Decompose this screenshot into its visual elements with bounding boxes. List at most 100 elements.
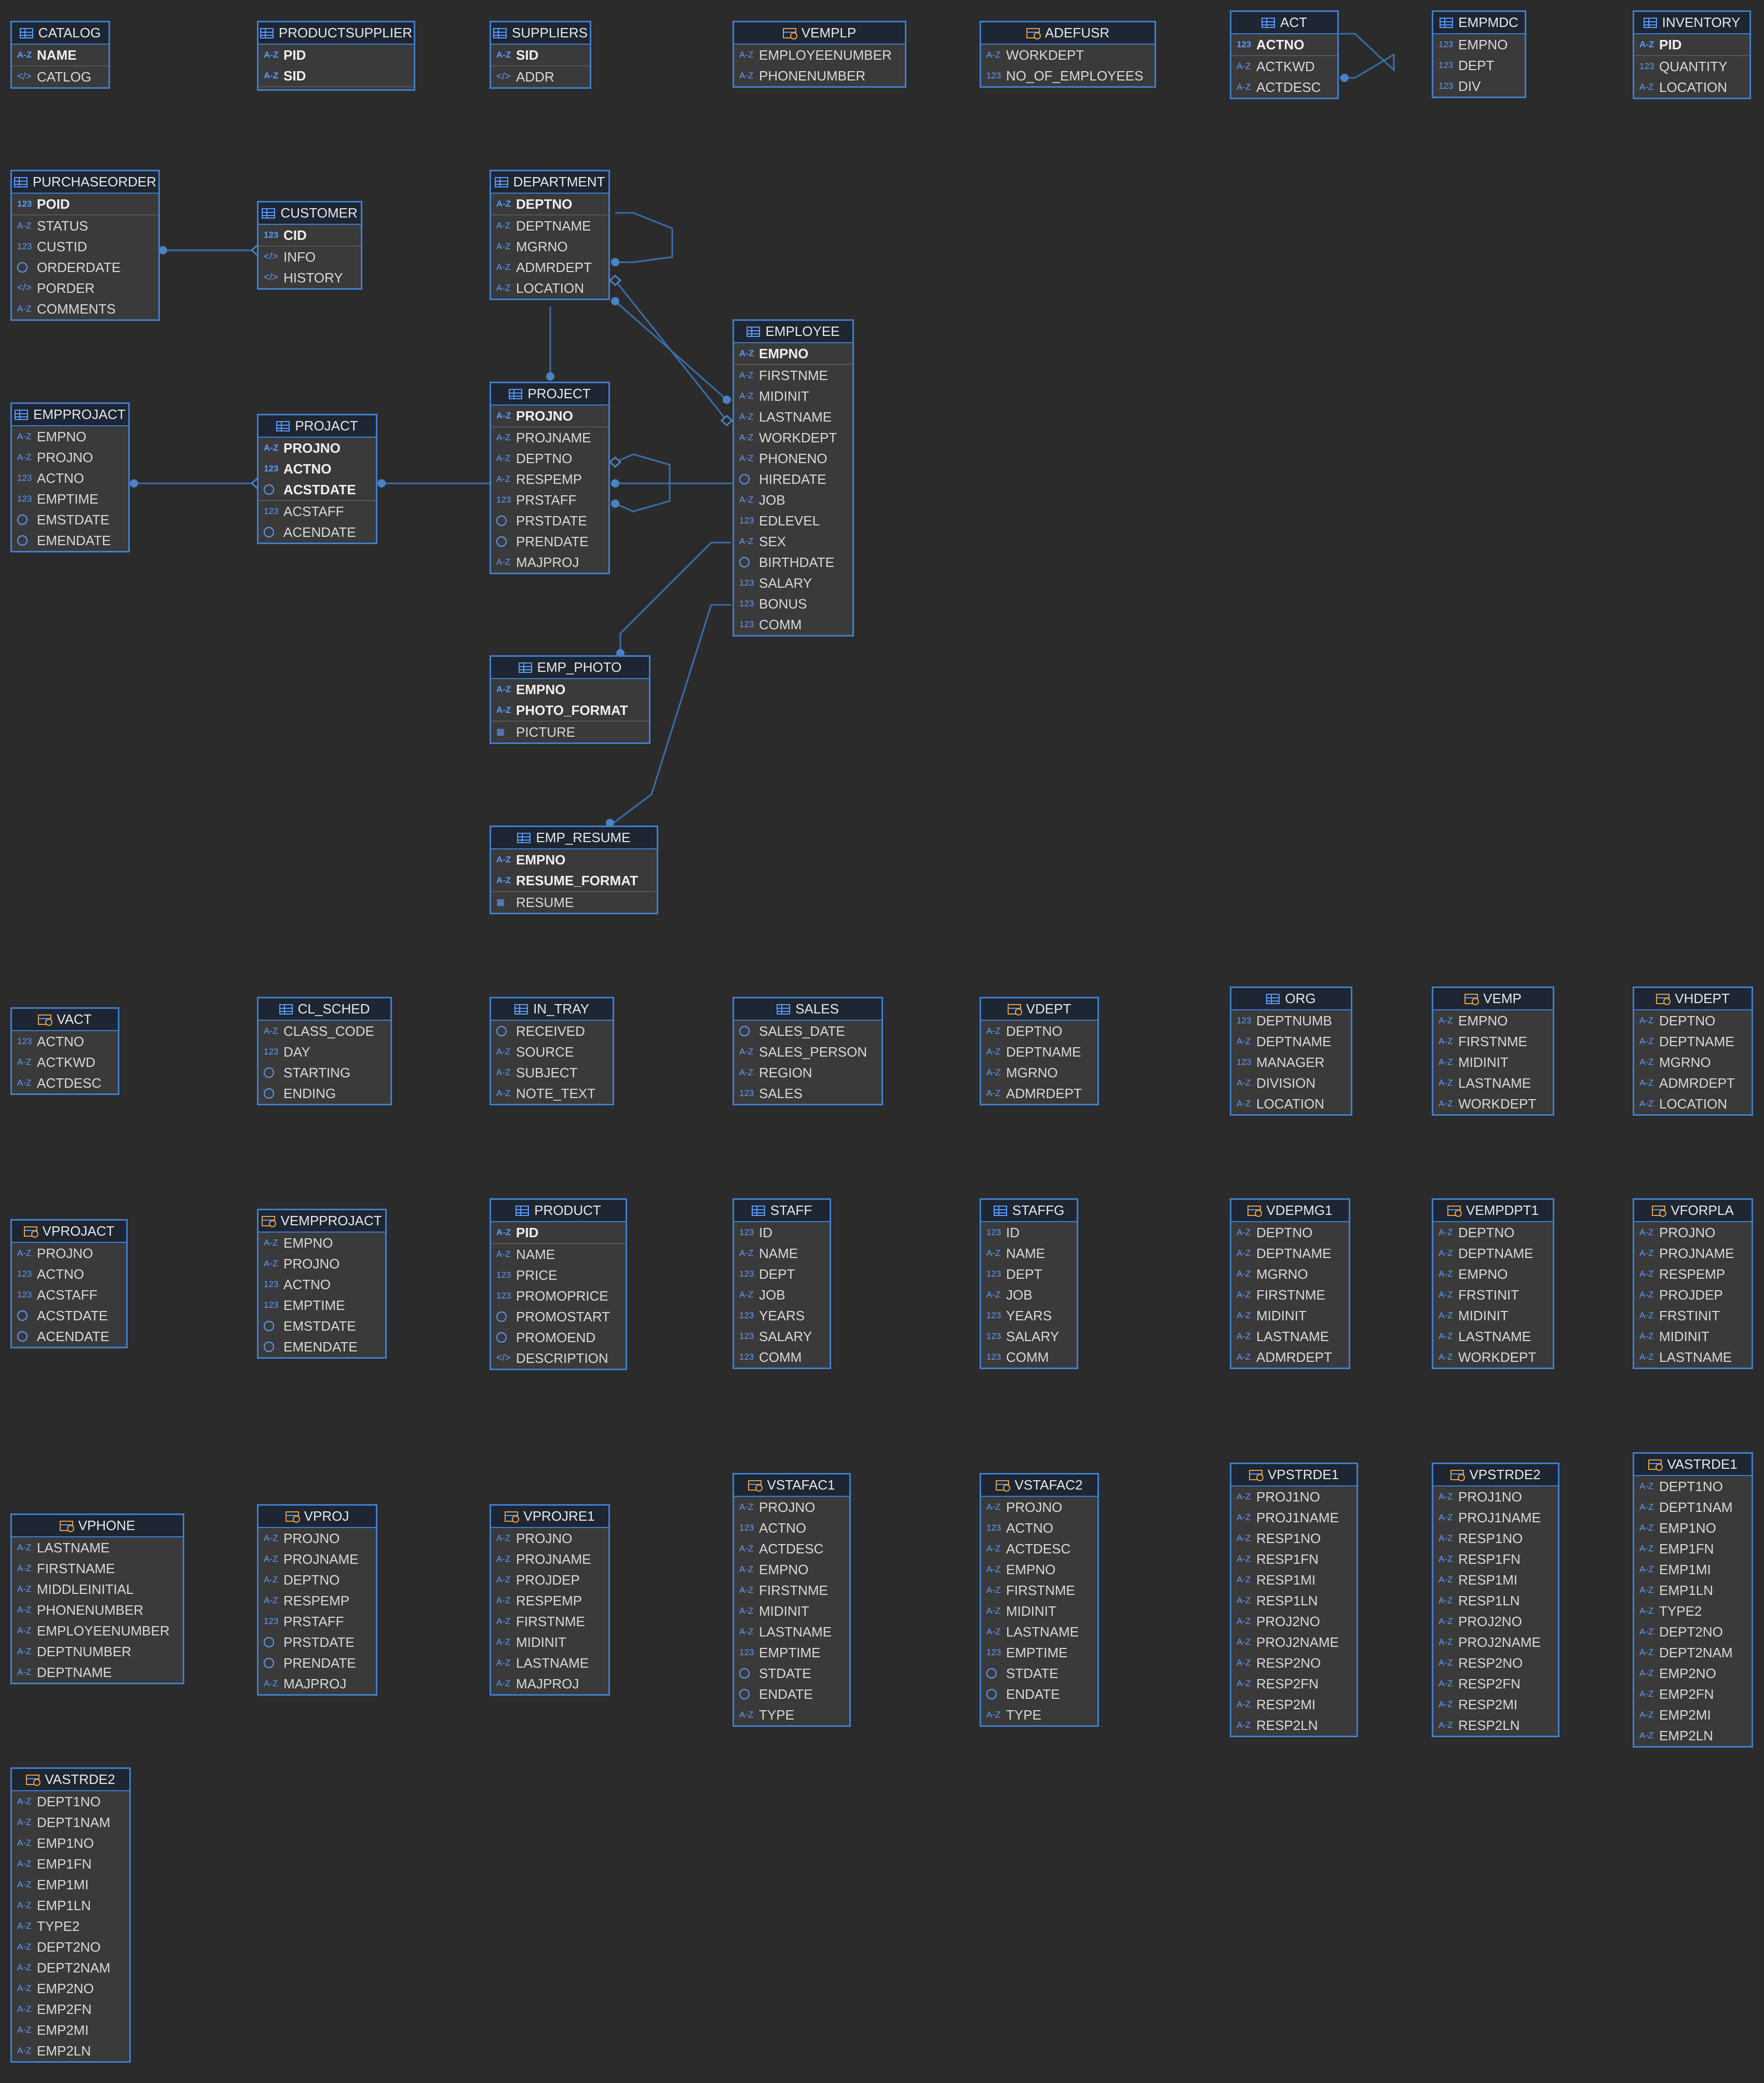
column-row[interactable]: </> CATLOG [12, 65, 108, 87]
primary-key-column[interactable]: 123 POID [12, 194, 158, 214]
column-row[interactable]: A-Z PROJDEP [491, 1570, 608, 1590]
column-row[interactable]: A-Z MAJPROJ [491, 1673, 608, 1694]
column-row[interactable]: A-Z RESP1NO [1433, 1528, 1558, 1549]
table-sales[interactable]: SALES SALES_DATE A-Z SALES_PERSON A-Z REGION 1… [732, 997, 883, 1105]
column-row[interactable]: A-Z EMP1MI [1634, 1559, 1752, 1580]
table-inventory[interactable]: INVENTORY A-Z PID 123 QUANTITY A-Z LOCATION [1633, 10, 1751, 99]
column-row[interactable]: 123 ACTNO [12, 1264, 126, 1284]
column-row[interactable]: A-Z PROJNO [1634, 1222, 1752, 1243]
column-row[interactable]: A-Z RESP1MI [1231, 1570, 1356, 1590]
column-row[interactable]: 123 SALARY [734, 1326, 830, 1347]
column-row[interactable]: PRSTDATE [259, 1632, 376, 1653]
column-row[interactable]: ACENDATE [12, 1326, 126, 1347]
primary-key-column[interactable]: A-Z PID [1634, 34, 1749, 55]
table-header[interactable]: VPHONE [12, 1515, 183, 1537]
table-vact[interactable]: VACT 123 ACTNO A-Z ACTKWD A-Z ACTDESC [10, 1007, 119, 1095]
column-row[interactable]: A-Z PROJ1NAME [1231, 1507, 1356, 1528]
table-vemplp[interactable]: VEMPLP A-Z EMPLOYEENUMBER A-Z PHONENUMBER [732, 21, 906, 88]
column-row[interactable]: 123 EMPNO [1433, 34, 1525, 55]
table-header[interactable]: INVENTORY [1634, 12, 1749, 34]
column-row[interactable]: </> HISTORY [259, 267, 361, 288]
column-row[interactable]: A-Z FRSTINIT [1433, 1284, 1553, 1305]
column-row[interactable]: STARTING [259, 1062, 390, 1083]
table-header[interactable]: PROJECT [491, 383, 608, 405]
column-row[interactable]: A-Z MAJPROJ [259, 1673, 376, 1694]
column-row[interactable]: PRENDATE [259, 1653, 376, 1673]
primary-key-column[interactable]: A-Z PHOTO_FORMAT [491, 700, 649, 721]
column-row[interactable]: 123 PRSTAFF [491, 490, 608, 510]
table-projact[interactable]: PROJACT A-Z PROJNO 123 ACTNO ACSTDATE 123 ACSTA… [257, 414, 377, 544]
column-row[interactable]: A-Z ACTDESC [1231, 77, 1337, 98]
column-row[interactable]: A-Z MIDDLEINITIAL [12, 1579, 183, 1600]
column-row[interactable]: 123 ACTNO [259, 1274, 385, 1295]
column-row[interactable]: A-Z NOTE_TEXT [491, 1083, 613, 1104]
column-row[interactable]: 123 YEARS [981, 1305, 1077, 1326]
column-row[interactable]: 123 ACTNO [981, 1518, 1097, 1538]
primary-key-column[interactable]: A-Z EMPNO [491, 679, 649, 700]
column-row[interactable]: 123 EMPTIME [12, 489, 128, 509]
table-purchaseorder[interactable]: PURCHASEORDER 123 POID A-Z STATUS 123 CUSTID OR… [10, 170, 160, 321]
table-header[interactable]: IN_TRAY [491, 998, 613, 1021]
column-row[interactable]: EMENDATE [259, 1336, 385, 1357]
column-row[interactable]: A-Z MGRNO [981, 1062, 1097, 1083]
column-row[interactable]: A-Z DEPTNO [1433, 1222, 1553, 1243]
table-vemp[interactable]: VEMP A-Z EMPNO A-Z FIRSTNME A-Z MIDINIT A-Z LAST… [1432, 986, 1554, 1116]
column-row[interactable]: A-Z RESP1LN [1231, 1590, 1356, 1611]
column-row[interactable]: A-Z EMP1FN [12, 1854, 129, 1874]
column-row[interactable]: 123 ACTNO [12, 468, 128, 489]
column-row[interactable]: A-Z EMP2LN [1634, 1725, 1752, 1746]
column-row[interactable]: A-Z DEPT2NO [12, 1937, 129, 1957]
column-row[interactable]: </> ADDR [491, 65, 590, 87]
column-row[interactable]: A-Z LASTNAME [981, 1621, 1097, 1642]
column-row[interactable]: ▦ PICTURE [491, 721, 649, 742]
column-row[interactable]: A-Z DEPTNO [259, 1570, 376, 1590]
column-row[interactable]: A-Z RESP2FN [1231, 1673, 1356, 1694]
column-row[interactable]: A-Z FIRSTNME [734, 364, 852, 386]
table-header[interactable]: SALES [734, 998, 881, 1021]
column-row[interactable]: A-Z SALES_PERSON [734, 1042, 881, 1062]
primary-key-column[interactable]: A-Z NAME [12, 45, 108, 65]
column-row[interactable]: A-Z TYPE2 [12, 1916, 129, 1937]
table-vhdept[interactable]: VHDEPT A-Z DEPTNO A-Z DEPTNAME A-Z MGRNO A-Z ADM… [1633, 986, 1753, 1116]
column-row[interactable]: A-Z FIRSTNME [1433, 1031, 1553, 1052]
column-row[interactable]: A-Z TYPE [981, 1705, 1097, 1725]
column-row[interactable]: A-Z PROJDEP [1634, 1284, 1752, 1305]
column-row[interactable]: A-Z FRSTINIT [1634, 1305, 1752, 1326]
column-row[interactable]: A-Z DEPTNAME [491, 214, 608, 236]
column-row[interactable]: A-Z PROJ1NAME [1433, 1507, 1558, 1528]
column-row[interactable]: EMSTDATE [12, 509, 128, 530]
table-header[interactable]: CL_SCHED [259, 998, 390, 1021]
column-row[interactable]: A-Z LOCATION [1634, 1093, 1752, 1114]
table-header[interactable]: VHDEPT [1634, 988, 1752, 1010]
table-header[interactable]: EMPLOYEE [734, 321, 852, 343]
table-staff[interactable]: STAFF 123 ID A-Z NAME 123 DEPT A-Z JOB 123 YEARS 12… [732, 1198, 831, 1369]
primary-key-column[interactable]: A-Z SID [259, 65, 414, 86]
column-row[interactable]: A-Z MAJPROJ [491, 552, 608, 573]
column-row[interactable]: A-Z ACTDESC [12, 1073, 118, 1093]
column-row[interactable]: A-Z PROJ1NO [1433, 1486, 1558, 1507]
column-row[interactable]: A-Z PROJNO [259, 1528, 376, 1549]
table-vforpla[interactable]: VFORPLA A-Z PROJNO A-Z PROJNAME A-Z RESPEMP A-Z… [1633, 1198, 1753, 1369]
column-row[interactable]: A-Z EMPLOYEENUMBER [12, 1620, 183, 1641]
table-header[interactable]: VPROJACT [12, 1221, 126, 1243]
column-row[interactable]: A-Z RESP2MI [1231, 1694, 1356, 1715]
table-header[interactable]: STAFFG [981, 1200, 1077, 1222]
column-row[interactable]: A-Z JOB [734, 1284, 830, 1305]
column-row[interactable]: 123 ACSTAFF [12, 1284, 126, 1305]
column-row[interactable]: 123 SALES [734, 1083, 881, 1104]
column-row[interactable]: 123 YEARS [734, 1305, 830, 1326]
table-header[interactable]: VASTRDE1 [1634, 1454, 1752, 1476]
column-row[interactable]: A-Z PROJNO [12, 447, 128, 468]
table-header[interactable]: VEMPDPT1 [1433, 1200, 1553, 1222]
column-row[interactable]: A-Z WORKDEPT [1433, 1093, 1553, 1114]
column-row[interactable]: 123 DIV [1433, 76, 1525, 97]
column-row[interactable]: A-Z MIDINIT [1231, 1305, 1349, 1326]
column-row[interactable]: 123 ACTNO [734, 1518, 849, 1538]
column-row[interactable]: PRSTDATE [491, 510, 608, 531]
column-row[interactable]: PROMOEND [491, 1327, 626, 1348]
column-row[interactable]: A-Z DEPTNAME [1231, 1243, 1349, 1264]
table-header[interactable]: VSTAFAC2 [981, 1475, 1097, 1497]
column-row[interactable]: A-Z FIRSTNME [734, 1580, 849, 1601]
column-row[interactable]: A-Z PHONENO [734, 448, 852, 469]
column-row[interactable]: 123 EDLEVEL [734, 510, 852, 531]
